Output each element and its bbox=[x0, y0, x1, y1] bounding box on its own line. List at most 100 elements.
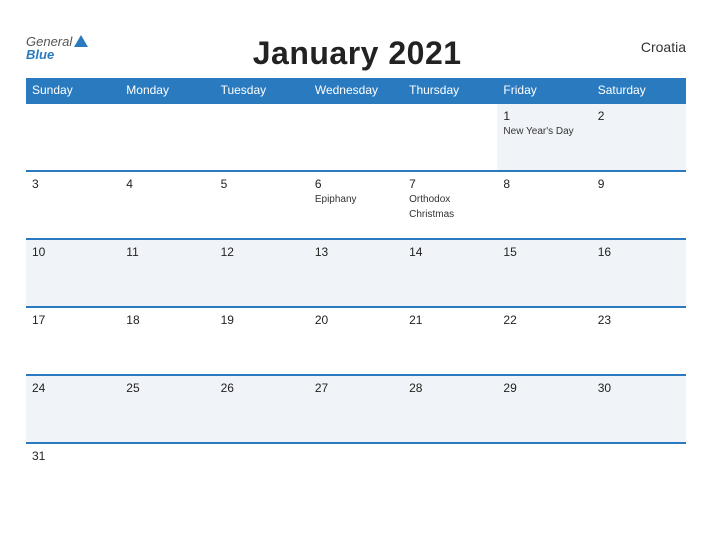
calendar-cell: 20 bbox=[309, 307, 403, 375]
day-number: 29 bbox=[503, 381, 585, 395]
calendar-cell: 4 bbox=[120, 171, 214, 239]
calendar-week-row: 31 bbox=[26, 443, 686, 511]
day-number: 27 bbox=[315, 381, 397, 395]
day-number: 30 bbox=[598, 381, 680, 395]
event-label: Christmas bbox=[409, 208, 491, 221]
calendar-cell bbox=[120, 103, 214, 171]
day-number: 13 bbox=[315, 245, 397, 259]
calendar-cell: 26 bbox=[215, 375, 309, 443]
calendar-cell bbox=[497, 443, 591, 511]
month-year-title: January 2021 bbox=[253, 35, 462, 71]
event-label: New Year's Day bbox=[503, 125, 585, 138]
day-number: 24 bbox=[32, 381, 114, 395]
calendar-week-row: 10 11 12 13 14 15 16 bbox=[26, 239, 686, 307]
weekday-header-friday: Friday bbox=[497, 78, 591, 103]
calendar-cell: 24 bbox=[26, 375, 120, 443]
calendar-cell bbox=[215, 443, 309, 511]
calendar-cell: 5 bbox=[215, 171, 309, 239]
day-number: 12 bbox=[221, 245, 303, 259]
calendar-title-block: January 2021 bbox=[88, 35, 626, 72]
calendar-cell: 8 bbox=[497, 171, 591, 239]
event-label: Orthodox bbox=[409, 193, 491, 206]
logo-blue-text: Blue bbox=[26, 48, 88, 61]
calendar-cell: 30 bbox=[592, 375, 686, 443]
calendar-cell: 1 New Year's Day bbox=[497, 103, 591, 171]
calendar-cell bbox=[309, 103, 403, 171]
day-number: 16 bbox=[598, 245, 680, 259]
day-number: 21 bbox=[409, 313, 491, 327]
calendar-cell: 28 bbox=[403, 375, 497, 443]
day-number: 5 bbox=[221, 177, 303, 191]
calendar-cell bbox=[120, 443, 214, 511]
day-number: 8 bbox=[503, 177, 585, 191]
day-number: 17 bbox=[32, 313, 114, 327]
country-label: Croatia bbox=[626, 35, 686, 55]
day-number: 10 bbox=[32, 245, 114, 259]
weekday-header-thursday: Thursday bbox=[403, 78, 497, 103]
day-number: 20 bbox=[315, 313, 397, 327]
calendar-cell: 17 bbox=[26, 307, 120, 375]
day-number: 7 bbox=[409, 177, 491, 191]
calendar-header: General Blue January 2021 Croatia bbox=[26, 35, 686, 72]
calendar-cell: 7 Orthodox Christmas bbox=[403, 171, 497, 239]
day-number: 26 bbox=[221, 381, 303, 395]
day-number: 3 bbox=[32, 177, 114, 191]
day-number: 15 bbox=[503, 245, 585, 259]
calendar-cell: 12 bbox=[215, 239, 309, 307]
calendar-cell bbox=[592, 443, 686, 511]
weekday-header-sunday: Sunday bbox=[26, 78, 120, 103]
calendar-cell: 10 bbox=[26, 239, 120, 307]
calendar-cell: 16 bbox=[592, 239, 686, 307]
calendar-cell: 25 bbox=[120, 375, 214, 443]
day-number: 22 bbox=[503, 313, 585, 327]
calendar-cell bbox=[309, 443, 403, 511]
calendar-wrapper: General Blue January 2021 Croatia Sunday… bbox=[11, 25, 701, 526]
calendar-cell: 21 bbox=[403, 307, 497, 375]
day-number: 1 bbox=[503, 109, 585, 123]
calendar-cell: 14 bbox=[403, 239, 497, 307]
calendar-cell: 11 bbox=[120, 239, 214, 307]
calendar-cell bbox=[403, 443, 497, 511]
calendar-week-row: 1 New Year's Day 2 bbox=[26, 103, 686, 171]
calendar-cell: 15 bbox=[497, 239, 591, 307]
calendar-cell: 18 bbox=[120, 307, 214, 375]
weekday-header-saturday: Saturday bbox=[592, 78, 686, 103]
calendar-cell: 6 Epiphany bbox=[309, 171, 403, 239]
logo-triangle-icon bbox=[74, 35, 88, 47]
calendar-cell: 3 bbox=[26, 171, 120, 239]
weekday-header-row: SundayMondayTuesdayWednesdayThursdayFrid… bbox=[26, 78, 686, 103]
calendar-week-row: 17 18 19 20 21 22 23 bbox=[26, 307, 686, 375]
weekday-header-wednesday: Wednesday bbox=[309, 78, 403, 103]
day-number: 25 bbox=[126, 381, 208, 395]
calendar-cell bbox=[26, 103, 120, 171]
calendar-cell: 23 bbox=[592, 307, 686, 375]
day-number: 23 bbox=[598, 313, 680, 327]
day-number: 11 bbox=[126, 245, 208, 259]
calendar-table: SundayMondayTuesdayWednesdayThursdayFrid… bbox=[26, 78, 686, 511]
logo-general-text: General bbox=[26, 35, 72, 48]
calendar-cell: 9 bbox=[592, 171, 686, 239]
weekday-header-tuesday: Tuesday bbox=[215, 78, 309, 103]
day-number: 19 bbox=[221, 313, 303, 327]
calendar-week-row: 24 25 26 27 28 29 30 bbox=[26, 375, 686, 443]
calendar-cell bbox=[403, 103, 497, 171]
day-number: 6 bbox=[315, 177, 397, 191]
calendar-cell: 19 bbox=[215, 307, 309, 375]
calendar-cell bbox=[215, 103, 309, 171]
weekday-header-monday: Monday bbox=[120, 78, 214, 103]
day-number: 28 bbox=[409, 381, 491, 395]
event-label: Epiphany bbox=[315, 193, 397, 206]
calendar-cell: 13 bbox=[309, 239, 403, 307]
logo: General Blue bbox=[26, 35, 88, 61]
day-number: 18 bbox=[126, 313, 208, 327]
calendar-cell: 29 bbox=[497, 375, 591, 443]
day-number: 4 bbox=[126, 177, 208, 191]
day-number: 9 bbox=[598, 177, 680, 191]
calendar-week-row: 3456 Epiphany 7 Orthodox Christmas 89 bbox=[26, 171, 686, 239]
day-number: 31 bbox=[32, 449, 114, 463]
calendar-cell: 31 bbox=[26, 443, 120, 511]
day-number: 14 bbox=[409, 245, 491, 259]
calendar-cell: 22 bbox=[497, 307, 591, 375]
day-number: 2 bbox=[598, 109, 680, 123]
calendar-cell: 27 bbox=[309, 375, 403, 443]
